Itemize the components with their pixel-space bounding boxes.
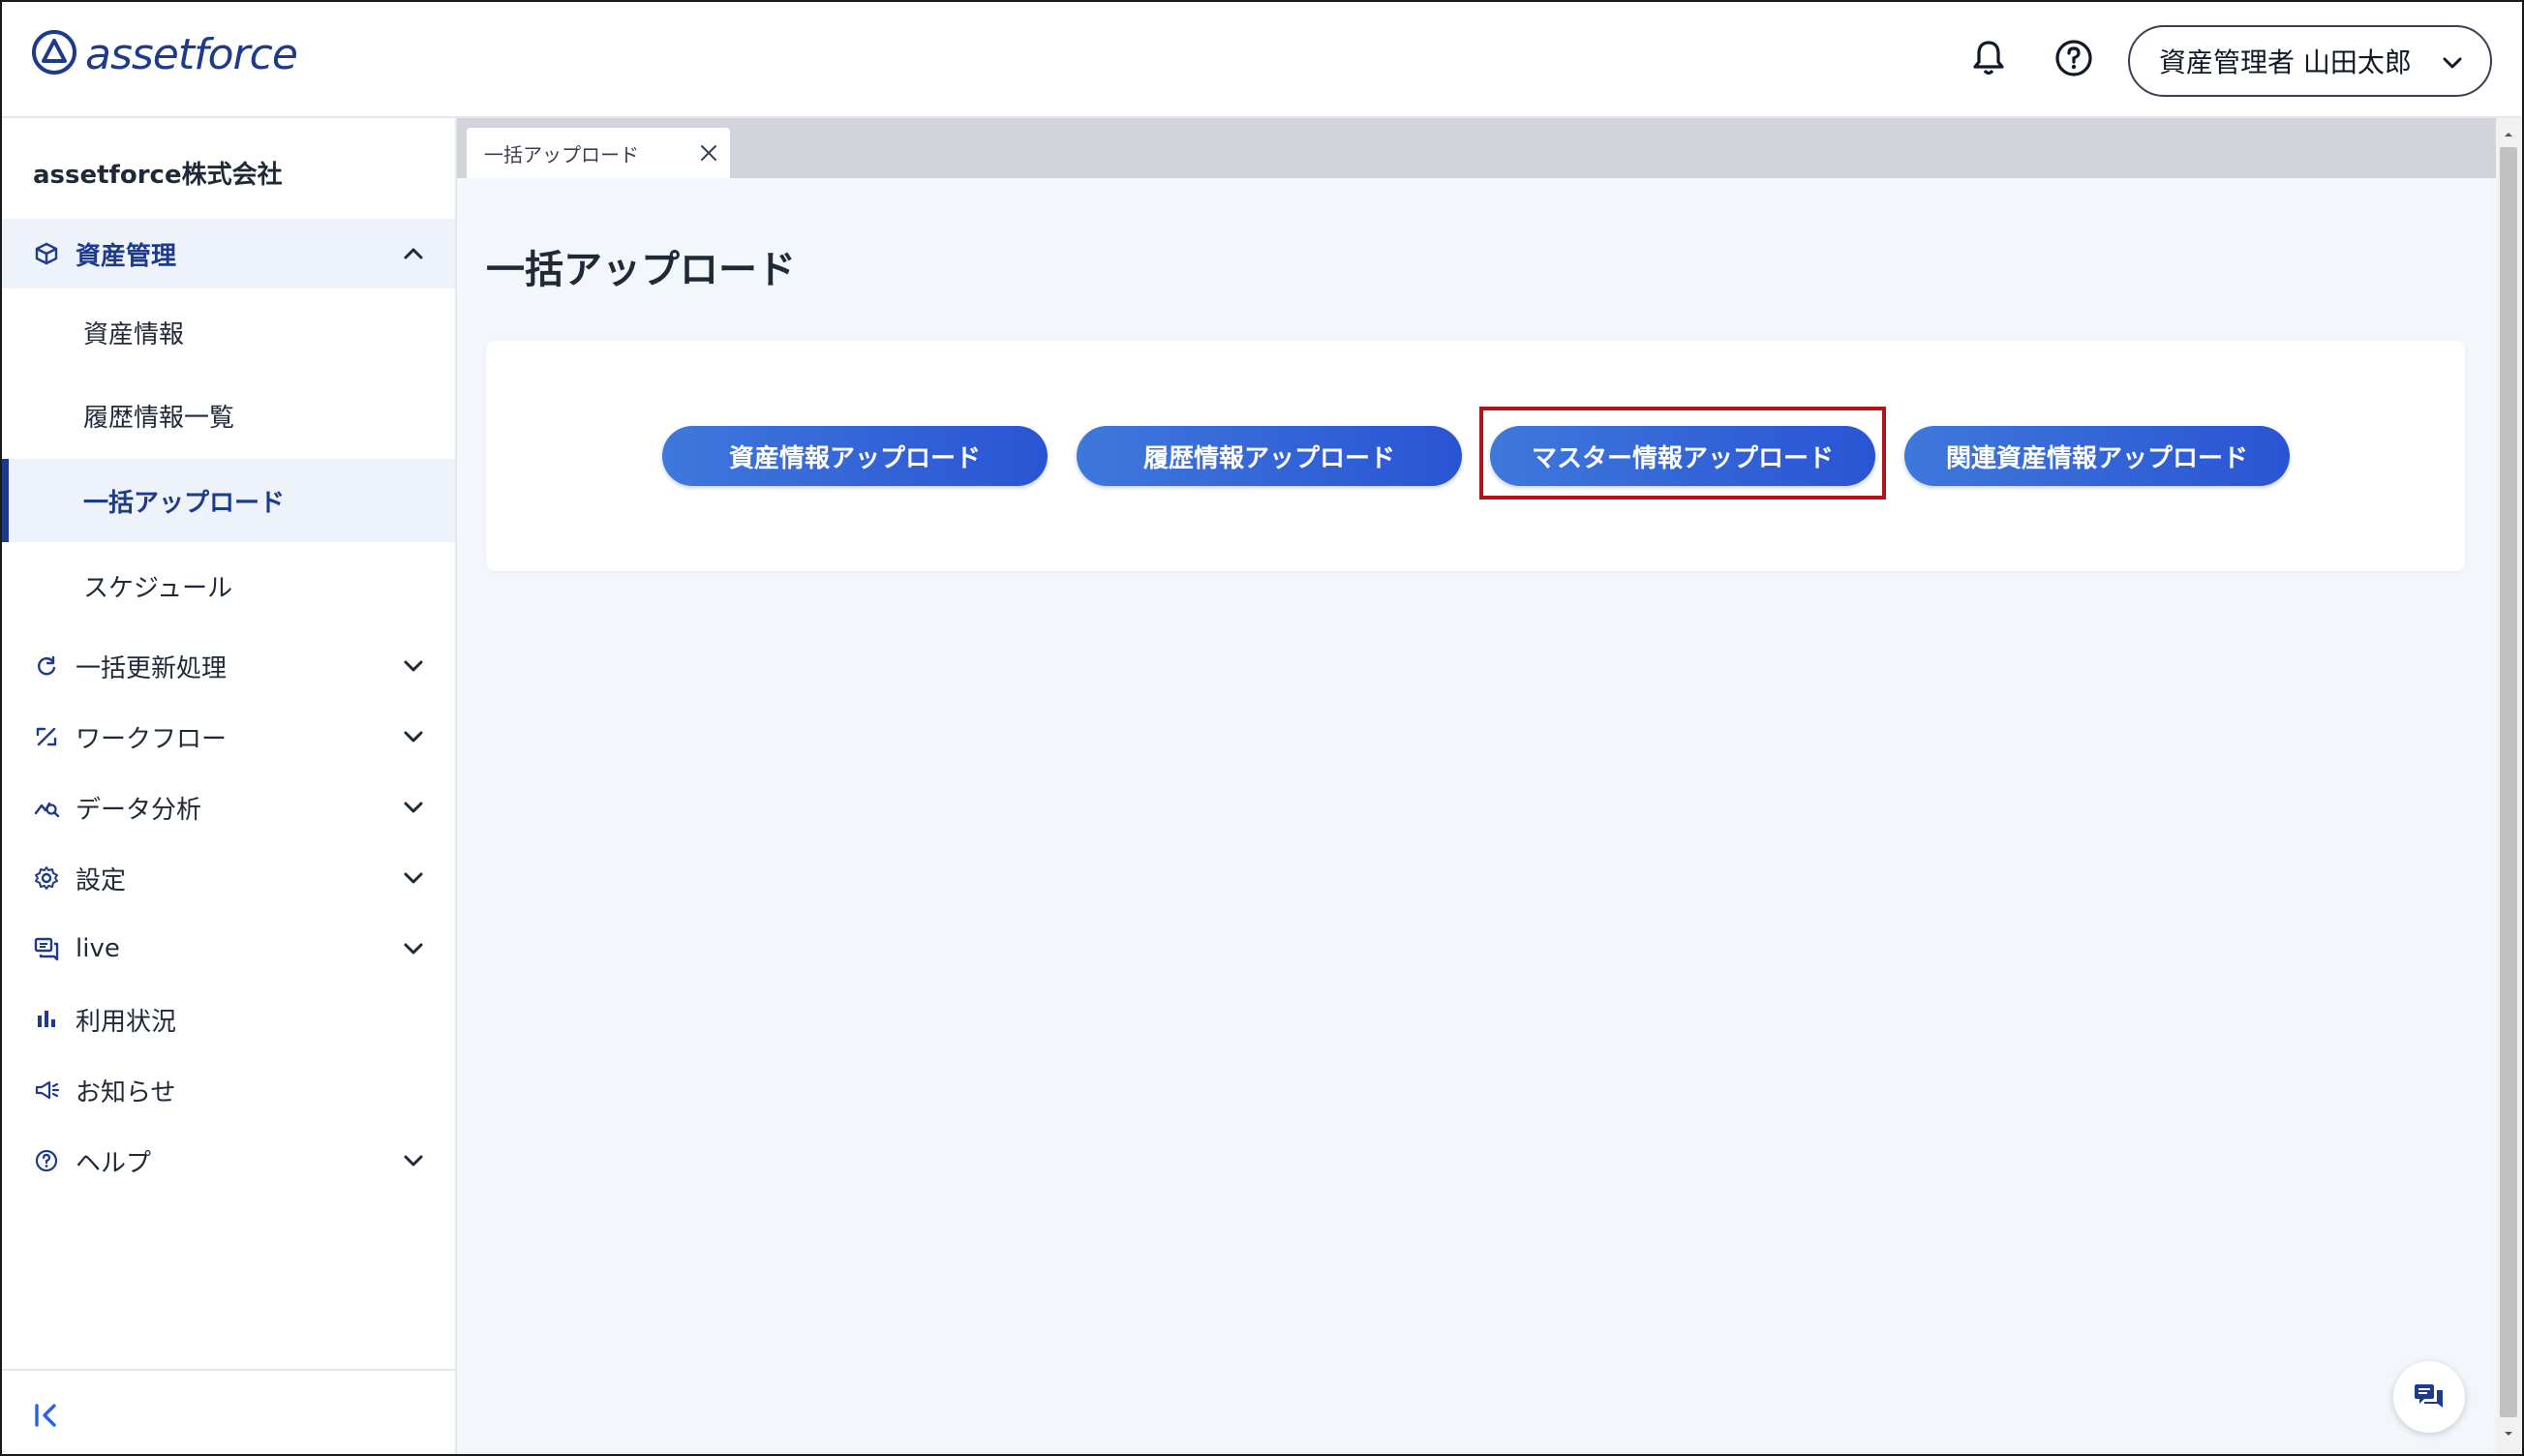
main-content: 一括アップロード 一括アップロード 資産情報アップロード 履歴情報アップロード … (457, 118, 2496, 1454)
chevron-down-icon (399, 1146, 428, 1175)
page-title: 一括アップロード (486, 248, 796, 292)
analytics-icon (33, 794, 60, 821)
sidebar-item-bulk-update[interactable]: 一括更新処理 (2, 631, 455, 701)
sidebar-item-label: 一括更新処理 (76, 653, 228, 683)
logo-text: assetforce (85, 29, 298, 79)
app-window: assetforce 資産管理者 山田太郎 assetforce株式会社 資産管… (0, 0, 2524, 1456)
sidebar-item-label: 設定 (76, 865, 127, 895)
refresh-icon (33, 652, 60, 680)
bell-icon[interactable] (1965, 35, 2012, 81)
scrollbar-thumb[interactable] (2500, 147, 2517, 1417)
workflow-icon (33, 723, 60, 750)
user-name: 資産管理者 山田太郎 (2159, 46, 2412, 78)
bar-chart-icon (33, 1006, 60, 1033)
top-header: assetforce 資産管理者 山田太郎 (2, 2, 2522, 118)
sidebar-divider (2, 1369, 455, 1371)
megaphone-icon (33, 1077, 60, 1104)
tab-bulk-upload[interactable]: 一括アップロード (467, 128, 730, 178)
history-info-upload-button[interactable]: 履歴情報アップロード (1077, 426, 1462, 486)
asset-info-upload-button[interactable]: 資産情報アップロード (662, 426, 1048, 486)
chevron-up-icon (399, 239, 428, 268)
chevron-down-icon (399, 793, 428, 822)
sidebar-subitem-label: 一括アップロード (83, 488, 286, 518)
sidebar-subitem-bulk-upload[interactable]: 一括アップロード (2, 459, 455, 542)
sidebar-item-label: 資産管理 (76, 241, 177, 271)
sidebar-subitem-schedule[interactable]: スケジュール (2, 544, 455, 627)
company-name: assetforce株式会社 (33, 161, 283, 190)
vertical-scrollbar[interactable] (2496, 118, 2522, 1454)
sidebar-item-usage[interactable]: 利用状況 (2, 985, 455, 1054)
sidebar-subitem-asset-info[interactable]: 資産情報 (2, 290, 455, 374)
sidebar: assetforce株式会社 資産管理 資産情報 履歴情報一覧 一括アップロード… (2, 118, 457, 1454)
chevron-down-icon (399, 864, 428, 893)
master-info-upload-button[interactable]: マスター情報アップロード (1490, 426, 1875, 486)
box-icon (33, 240, 60, 267)
close-icon[interactable] (697, 141, 720, 165)
tab-label: 一括アップロード (484, 142, 639, 167)
scroll-down-arrow-icon[interactable] (2502, 1427, 2515, 1441)
sidebar-item-news[interactable]: お知らせ (2, 1055, 455, 1125)
sidebar-item-help[interactable]: ヘルプ (2, 1126, 455, 1196)
sidebar-item-live[interactable]: live (2, 914, 455, 984)
brand-logo[interactable]: assetforce (31, 29, 298, 79)
chevron-down-icon (399, 722, 428, 751)
sidebar-subitem-label: 履歴情報一覧 (83, 403, 235, 433)
sidebar-item-label: 利用状況 (76, 1007, 177, 1037)
sidebar-item-asset-management[interactable]: 資産管理 (2, 219, 455, 288)
sidebar-subitem-label: スケジュール (83, 573, 233, 603)
chevron-down-icon (2443, 57, 2462, 69)
chat-button[interactable] (2393, 1361, 2465, 1433)
tab-bar: 一括アップロード (457, 118, 2496, 178)
sidebar-item-label: データ分析 (76, 795, 202, 825)
logo-mark-icon (31, 29, 77, 79)
sidebar-item-workflow[interactable]: ワークフロー (2, 702, 455, 772)
help-icon (33, 1147, 60, 1174)
sidebar-item-label: ワークフロー (76, 724, 228, 754)
help-circle-icon[interactable] (2051, 35, 2097, 81)
gear-icon (33, 864, 60, 892)
sidebar-item-label: live (76, 934, 120, 963)
sidebar-subitem-label: 資産情報 (83, 319, 185, 349)
user-menu-button[interactable]: 資産管理者 山田太郎 (2128, 25, 2492, 97)
sidebar-item-label: ヘルプ (76, 1148, 152, 1178)
sidebar-item-data-analysis[interactable]: データ分析 (2, 773, 455, 842)
sidebar-item-settings[interactable]: 設定 (2, 843, 455, 913)
chat-icon (2415, 1384, 2443, 1408)
upload-card: 資産情報アップロード 履歴情報アップロード マスター情報アップロード 関連資産情… (486, 341, 2465, 571)
live-icon (33, 935, 60, 962)
sidebar-item-label: お知らせ (76, 1077, 176, 1107)
collapse-sidebar-icon[interactable] (29, 1396, 68, 1435)
sidebar-subitem-history-list[interactable]: 履歴情報一覧 (2, 374, 455, 457)
chevron-down-icon (399, 652, 428, 681)
scroll-up-arrow-icon[interactable] (2502, 128, 2515, 141)
chevron-down-icon (399, 934, 428, 963)
related-asset-info-upload-button[interactable]: 関連資産情報アップロード (1904, 426, 2290, 486)
